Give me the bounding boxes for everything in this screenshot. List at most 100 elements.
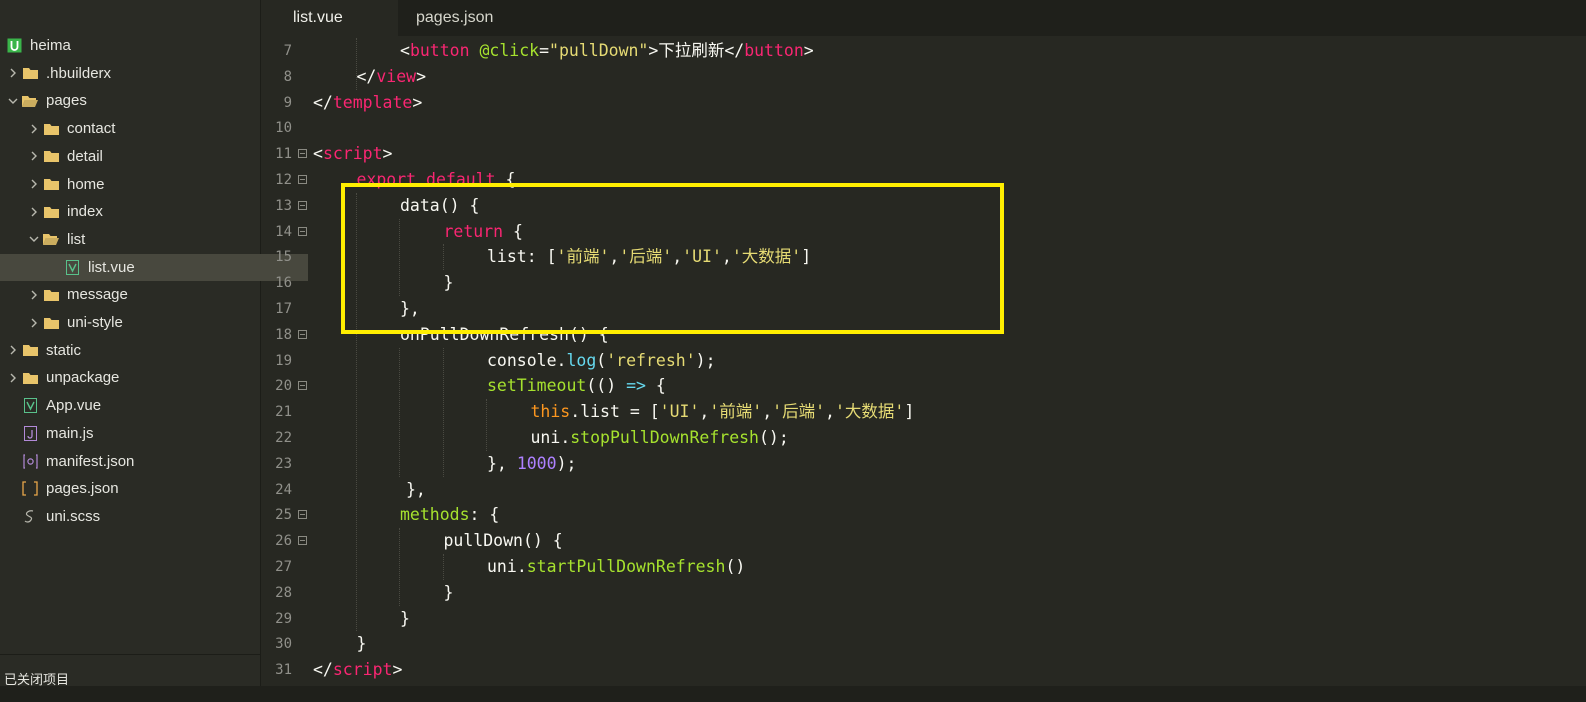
fold-toggle-icon[interactable]	[298, 536, 307, 546]
tree-item-label: unpackage	[46, 369, 120, 387]
folder-icon	[20, 65, 40, 81]
code-line[interactable]: 12 export default {	[261, 167, 1586, 193]
tree-item-manifest-json[interactable]: manifest.json	[0, 448, 266, 475]
code-token: 'refresh'	[606, 350, 696, 370]
tree-item-label: App.vue	[46, 397, 102, 415]
chevron-right-icon[interactable]	[6, 373, 20, 383]
code-line[interactable]: 22 uni.stopPullDownRefresh();	[261, 425, 1586, 451]
line-number: 20	[275, 378, 292, 395]
code-text: list: ['前端','后端','UI','大数据']	[487, 244, 811, 270]
chevron-right-icon[interactable]	[27, 151, 41, 161]
line-number: 11	[275, 146, 292, 163]
chevron-right-icon[interactable]	[27, 179, 41, 189]
fold-toggle-icon[interactable]	[298, 175, 307, 184]
tree-item-static[interactable]: static	[0, 337, 266, 364]
chevron-down-icon[interactable]	[6, 97, 20, 105]
tree-item-detail[interactable]: detail	[0, 143, 287, 170]
code-line[interactable]: 26 pullDown() {	[261, 528, 1586, 554]
code-token: ,	[721, 247, 732, 267]
tree-item-pages[interactable]: pages	[0, 87, 266, 114]
code-line[interactable]: 24},	[261, 477, 1586, 503]
code-token: >	[392, 660, 403, 680]
tree-item-app-vue[interactable]: App.vue	[0, 392, 266, 419]
code-token: button	[744, 41, 804, 60]
tree-item-unpackage[interactable]: unpackage	[0, 364, 266, 391]
code-line[interactable]: 17},	[261, 296, 1586, 322]
tree-item-home[interactable]: home	[0, 171, 287, 198]
line-number: 23	[275, 455, 292, 472]
code-line[interactable]: 18 onPullDownRefresh() {	[261, 322, 1586, 348]
code-token: },	[406, 479, 426, 499]
tab-pages-json[interactable]: pages.json	[384, 0, 534, 36]
line-number: 31	[275, 662, 292, 679]
fold-toggle-icon[interactable]	[298, 329, 307, 339]
code-line[interactable]: 8 </view>	[261, 64, 1586, 90]
tab-list-vue[interactable]: list.vue	[261, 0, 398, 36]
line-number: 14	[275, 223, 292, 240]
chevron-right-icon[interactable]	[6, 345, 20, 355]
code-text: console.log('refresh');	[487, 348, 716, 374]
code-line[interactable]: 9 </template>	[261, 90, 1586, 116]
code-line[interactable]: 25 methods: {	[261, 502, 1586, 528]
tree-item-label: manifest.json	[46, 452, 135, 470]
manifest-file-icon	[20, 453, 40, 469]
code-line[interactable]: 11 <script>	[261, 141, 1586, 167]
code-token: setTimeout	[487, 376, 587, 396]
code-line[interactable]: 23}, 1000);	[261, 451, 1586, 477]
chevron-right-icon[interactable]	[27, 290, 41, 300]
code-token: 'UI'	[682, 247, 722, 267]
code-line[interactable]: 7 <button @click="pullDown">下拉刷新</button>	[261, 38, 1586, 64]
line-number: 19	[275, 352, 292, 369]
fold-toggle-icon[interactable]	[298, 149, 307, 159]
fold-toggle-icon[interactable]	[298, 200, 307, 210]
line-number: 18	[275, 326, 292, 343]
tree-item-heima[interactable]: heima	[0, 32, 264, 59]
code-token: 下拉刷新	[658, 41, 725, 60]
code-line[interactable]: 31 </script>	[261, 657, 1586, 683]
code-line[interactable]: 28}	[261, 580, 1586, 606]
fold-toggle-icon[interactable]	[298, 510, 307, 520]
fold-toggle-icon[interactable]	[298, 381, 307, 391]
tree-item-label: pages.json	[46, 480, 119, 498]
tree-item-uni-scss[interactable]: uni.scss	[0, 503, 266, 530]
code-token: ,	[672, 247, 683, 267]
tree-item-contact[interactable]: contact	[0, 115, 287, 142]
code-line[interactable]: 30}	[261, 631, 1586, 657]
tree-item-main-js[interactable]: main.js	[0, 420, 266, 447]
code-line[interactable]: 19 console.log('refresh');	[261, 348, 1586, 374]
fold-toggle-icon[interactable]	[298, 226, 307, 236]
line-number: 25	[275, 507, 292, 524]
line-number: 29	[275, 610, 292, 627]
line-number: 26	[275, 533, 292, 550]
chevron-right-icon[interactable]	[27, 207, 41, 217]
chevron-right-icon[interactable]	[27, 318, 41, 328]
tree-item-uni-style[interactable]: uni-style	[0, 309, 287, 336]
tree-item-message[interactable]: message	[0, 281, 287, 308]
code-line[interactable]: 13 data() {	[261, 193, 1586, 219]
chevron-right-icon[interactable]	[6, 68, 20, 78]
tree-item-pages-json[interactable]: pages.json	[0, 475, 266, 502]
vue-file-icon	[62, 259, 82, 275]
code-line[interactable]: 20 setTimeout(() => {	[261, 373, 1586, 399]
tree-item-label: main.js	[46, 424, 94, 442]
line-number: 21	[275, 404, 292, 421]
chevron-down-icon[interactable]	[27, 235, 41, 243]
tree-item-label: list	[67, 230, 86, 248]
tree-item-hbuilderx[interactable]: .hbuilderx	[0, 60, 266, 87]
chevron-right-icon[interactable]	[27, 124, 41, 134]
tree-item-index[interactable]: index	[0, 198, 287, 225]
code-token: '后端'	[619, 247, 673, 267]
code-editor[interactable]: 7 <button @click="pullDown">下拉刷新</button>…	[261, 36, 1586, 686]
code-line[interactable]: 27 uni.startPullDownRefresh()	[261, 554, 1586, 580]
code-token: '大数据'	[834, 402, 905, 422]
code-line[interactable]: 16}	[261, 270, 1586, 296]
code-line[interactable]: 21 this.list = ['UI','前端','后端','大数据']	[261, 399, 1586, 425]
code-line[interactable]: 15 list: ['前端','后端','UI','大数据']	[261, 244, 1586, 270]
code-token: }	[400, 608, 410, 628]
code-token: () {	[568, 324, 609, 344]
code-line[interactable]: 10	[261, 115, 1586, 141]
code-token: =>	[626, 376, 646, 396]
tree-item-list[interactable]: list	[0, 226, 287, 253]
code-line[interactable]: 29}	[261, 606, 1586, 632]
code-line[interactable]: 14 return {	[261, 219, 1586, 245]
